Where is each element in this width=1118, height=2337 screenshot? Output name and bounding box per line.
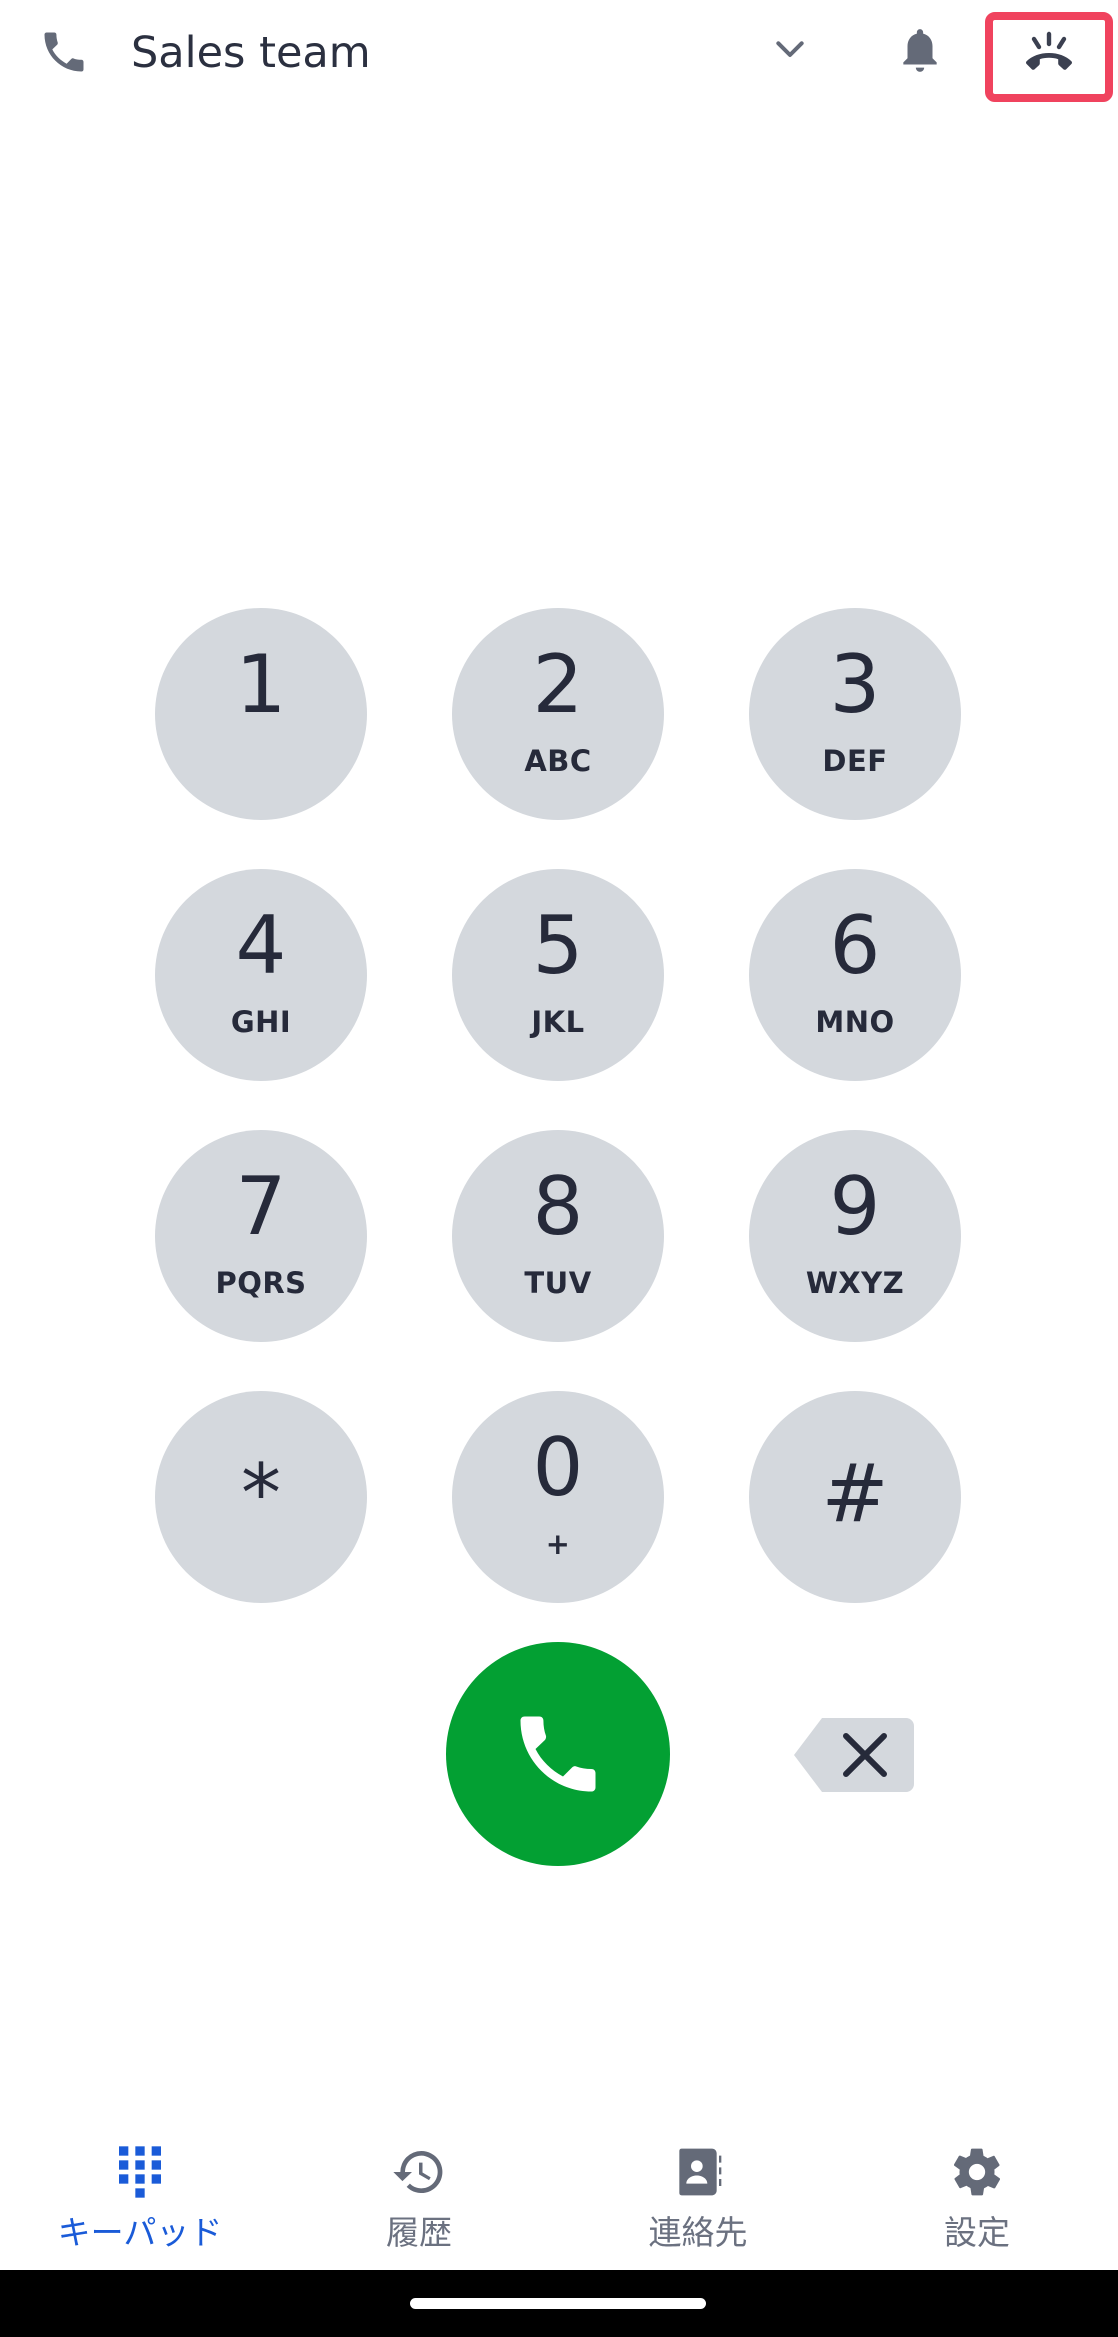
hang-up-all-button[interactable]	[985, 12, 1113, 102]
dialpad-icon	[119, 2146, 161, 2198]
key-7[interactable]: 7 PQRS	[155, 1130, 367, 1342]
home-gesture-handle[interactable]	[410, 2298, 706, 2309]
key-letters: ABC	[524, 744, 592, 778]
top-app-bar: Sales team	[0, 0, 1118, 110]
key-digit: 0	[532, 1421, 584, 1514]
nav-settings[interactable]: 設定	[857, 2144, 1097, 2254]
key-2[interactable]: 2 ABC	[452, 608, 664, 820]
key-5[interactable]: 5 JKL	[452, 869, 664, 1081]
key-letters: DEF	[822, 744, 888, 778]
nav-label: キーパッド	[57, 2213, 223, 2252]
history-icon	[393, 2151, 443, 2193]
key-digit: 1	[235, 638, 287, 731]
key-digit: *	[241, 1447, 281, 1540]
key-digit: 2	[532, 638, 584, 731]
key-1[interactable]: 1	[155, 608, 367, 820]
key-digit: 7	[235, 1160, 287, 1253]
key-6[interactable]: 6 MNO	[749, 869, 961, 1081]
key-letters: MNO	[815, 1005, 895, 1039]
key-letters: +	[545, 1527, 571, 1561]
key-letters: GHI	[230, 1005, 292, 1039]
key-letters: TUV	[524, 1266, 592, 1300]
key-0[interactable]: 0 +	[452, 1391, 664, 1603]
bottom-navigation: キーパッド 履歴 連絡先 設定	[0, 2120, 1118, 2270]
bell-icon[interactable]	[895, 24, 945, 80]
nav-label: 履歴	[386, 2213, 452, 2252]
key-digit: 8	[532, 1160, 584, 1253]
key-8[interactable]: 8 TUV	[452, 1130, 664, 1342]
key-digit: 9	[829, 1160, 881, 1253]
phone-icon	[44, 32, 84, 72]
phone-icon	[520, 1716, 596, 1792]
key-4[interactable]: 4 GHI	[155, 869, 367, 1081]
nav-history[interactable]: 履歴	[299, 2144, 539, 2254]
key-letters: PQRS	[215, 1266, 307, 1300]
key-letters: JKL	[531, 1005, 585, 1039]
key-3[interactable]: 3 DEF	[749, 608, 961, 820]
key-digit: 3	[829, 638, 881, 731]
key-digit: 4	[235, 899, 287, 992]
backspace-icon[interactable]	[792, 1716, 916, 1794]
hang-up-icon	[1026, 31, 1072, 70]
key-9[interactable]: 9 WXYZ	[749, 1130, 961, 1342]
contacts-icon	[679, 2148, 722, 2196]
call-button[interactable]	[446, 1642, 670, 1866]
key-digit: 6	[829, 899, 881, 992]
nav-label: 設定	[944, 2213, 1010, 2252]
nav-keypad[interactable]: キーパッド	[20, 2144, 260, 2254]
key-letters: WXYZ	[805, 1266, 905, 1300]
settings-icon	[953, 2148, 1001, 2196]
key-hash[interactable]: #	[749, 1391, 961, 1603]
team-selector-title[interactable]: Sales team	[131, 22, 371, 84]
nav-contacts[interactable]: 連絡先	[578, 2144, 818, 2254]
key-digit: 5	[532, 899, 584, 992]
nav-label: 連絡先	[648, 2213, 748, 2252]
chevron-down-icon[interactable]	[770, 30, 810, 70]
key-digit: #	[821, 1447, 889, 1540]
key-star[interactable]: *	[155, 1391, 367, 1603]
